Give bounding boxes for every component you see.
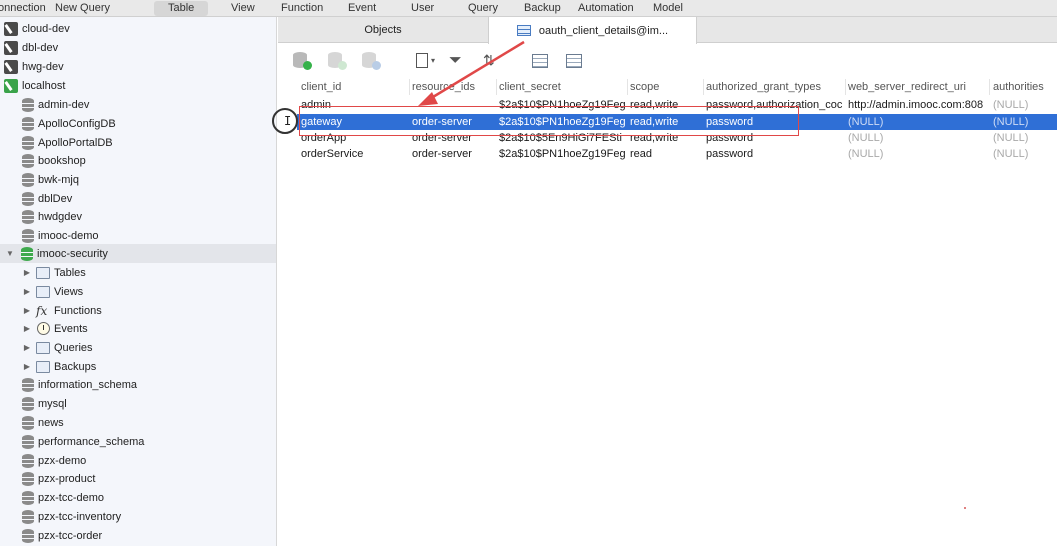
annotation-arrow — [418, 40, 525, 106]
stray-dot — [964, 507, 966, 509]
